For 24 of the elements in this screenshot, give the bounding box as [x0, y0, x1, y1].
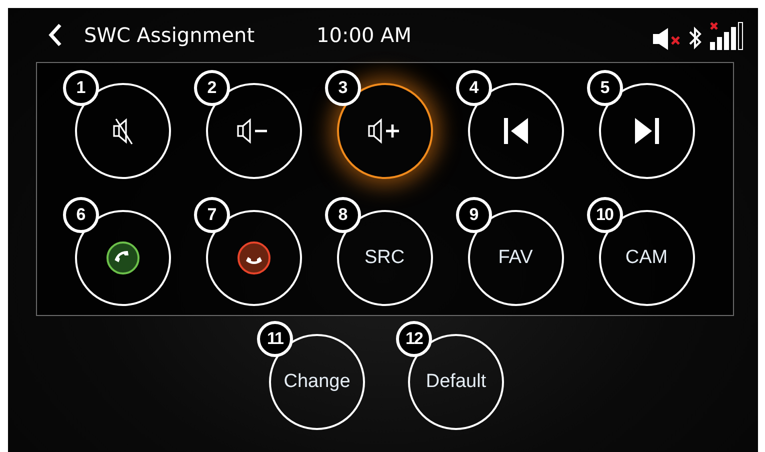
phone-answer-icon: [106, 241, 140, 275]
screen-title: SWC Assignment: [84, 23, 255, 47]
skip-next-icon: [634, 117, 660, 145]
number-badge: 9: [456, 197, 492, 233]
number-badge: 12: [396, 321, 432, 357]
number-badge: 1: [62, 70, 98, 106]
volume-up-icon: [368, 117, 402, 145]
signal-strength-icon: [708, 20, 744, 50]
number-badge: 7: [194, 197, 230, 233]
bluetooth-icon: [688, 26, 702, 50]
phone-hang-up-icon: [236, 241, 270, 275]
volume-up-button[interactable]: [336, 83, 432, 179]
speaker-muted-icon: [112, 117, 132, 145]
speaker-muted-icon: [652, 28, 682, 50]
number-badge: 8: [324, 197, 360, 233]
number-badge: 3: [324, 70, 360, 106]
skip-previous-icon: [502, 117, 528, 145]
number-badge: 6: [62, 197, 98, 233]
number-badge: 5: [586, 70, 622, 106]
number-badge: 11: [257, 321, 293, 357]
number-badge: 10: [586, 197, 622, 233]
clock-time: 10:00 AM: [316, 23, 412, 47]
number-badge: 2: [194, 70, 230, 106]
number-badge: 4: [456, 70, 492, 106]
